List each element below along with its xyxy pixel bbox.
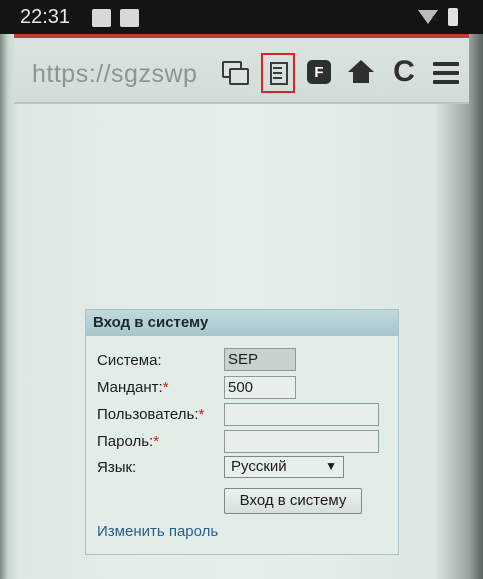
client-label: Мандант:*	[97, 379, 169, 396]
menu-icon[interactable]	[433, 62, 459, 84]
required-marker: *	[153, 433, 160, 450]
status-time: 22:31	[20, 6, 71, 28]
change-password-link[interactable]: Изменить пароль	[97, 523, 218, 540]
language-label: Язык:	[97, 459, 137, 476]
language-select[interactable]: Русский ▼	[224, 456, 344, 478]
login-button[interactable]: Вход в систему	[224, 488, 362, 514]
language-selected: Русский	[231, 458, 287, 475]
address-bar[interactable]: https://sgzswp	[32, 60, 212, 89]
system-label: Система:	[97, 352, 162, 369]
phone-screen: 22:31 × https://sgzswp F C Вход в систем…	[0, 0, 483, 579]
notification-icon	[120, 9, 139, 27]
refresh-icon[interactable]: C	[389, 57, 419, 87]
client-field[interactable]: 500	[224, 376, 296, 399]
required-marker: *	[198, 406, 205, 423]
wifi-no-internet-icon: ×	[432, 14, 438, 25]
password-field[interactable]	[224, 430, 379, 453]
f-icon[interactable]: F	[307, 60, 331, 84]
home-icon[interactable]	[348, 60, 374, 84]
required-marker: *	[162, 379, 169, 396]
battery-icon	[448, 8, 458, 26]
login-panel: Вход в систему Система: SEP Мандант:* 50…	[85, 309, 399, 555]
list-icon[interactable]	[261, 53, 295, 93]
user-field[interactable]	[224, 403, 379, 426]
dropdown-arrow-icon: ▼	[325, 459, 337, 473]
user-label: Пользователь:*	[97, 406, 205, 423]
system-field: SEP	[224, 348, 296, 371]
password-label: Пароль:*	[97, 433, 160, 450]
status-bar: 22:31 ×	[0, 0, 483, 34]
browser-toolbar: https://sgzswp F C	[14, 38, 469, 104]
windows-icon[interactable]	[220, 58, 249, 86]
login-panel-title: Вход в систему	[86, 310, 398, 336]
notification-icon	[92, 9, 111, 27]
